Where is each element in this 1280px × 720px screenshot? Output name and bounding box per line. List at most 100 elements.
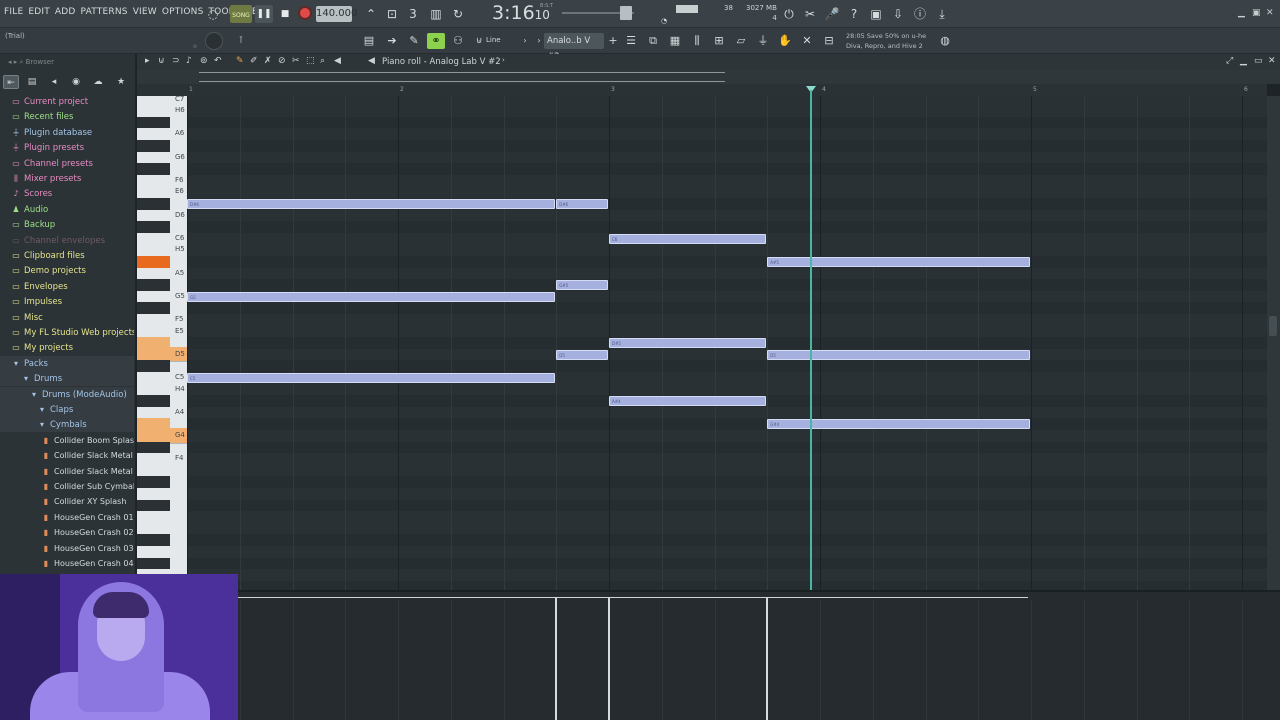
online-icon[interactable]: ⏻ xyxy=(780,5,798,23)
song-mode-toggle[interactable]: SONG xyxy=(230,5,252,23)
piano-black-key[interactable] xyxy=(137,302,170,315)
add-pattern-icon[interactable]: + xyxy=(604,33,622,49)
piano-black-key[interactable] xyxy=(137,441,170,454)
note[interactable]: D#6 xyxy=(187,198,556,209)
pr-loop-icon[interactable]: ⊃ xyxy=(172,56,180,66)
step-edit-icon[interactable]: ▥ xyxy=(427,5,445,23)
piano-black-key[interactable] xyxy=(137,140,170,152)
pr-maximize-icon[interactable]: ▭ xyxy=(1254,56,1263,66)
pr-slice-icon[interactable]: ✂ xyxy=(292,56,300,66)
browser-back-icon[interactable]: ◂ xyxy=(46,75,62,89)
pr-brush-icon[interactable]: ✐ xyxy=(250,56,258,66)
browser-item[interactable]: ⏚ Plugin presets xyxy=(0,140,134,155)
browser-item[interactable]: ▾ Cymbals xyxy=(0,417,134,433)
browser-item[interactable]: ▾ Drums (ModeAudio) xyxy=(0,386,134,402)
pattern-selector[interactable]: Analo..b V #2 xyxy=(544,33,604,62)
playlist-icon[interactable]: ☰ xyxy=(622,33,640,49)
browser-item[interactable]: ▮ Collider Sub Cymbal xyxy=(0,479,134,494)
piano-roll-menu-icon[interactable]: ▸ xyxy=(145,56,150,66)
piano-black-key[interactable] xyxy=(137,163,170,175)
note[interactable]: G#4 xyxy=(767,419,1030,430)
velocity-stick[interactable] xyxy=(766,598,769,720)
browser-item[interactable]: ▾ Drums xyxy=(0,371,134,387)
piano-black-key[interactable] xyxy=(137,360,170,373)
pr-detach-icon[interactable]: ⤢ xyxy=(1226,56,1233,66)
arrow-icon[interactable]: ➔ xyxy=(383,33,401,49)
stop-button[interactable]: ■ xyxy=(276,5,294,23)
note[interactable]: D5 xyxy=(767,349,1030,360)
piano-black-key[interactable] xyxy=(137,279,170,291)
piano-black-key[interactable] xyxy=(137,476,170,489)
browser-item[interactable]: ▭ Demo projects xyxy=(0,263,134,278)
pr-mute-icon[interactable]: ⊘ xyxy=(278,56,286,66)
browser-item[interactable]: ♟ Audio xyxy=(0,202,134,217)
typing-keyboard-icon[interactable]: ▤ xyxy=(360,33,378,49)
velocity-stick[interactable] xyxy=(608,598,610,720)
browser-item[interactable]: ⏚ Plugin database xyxy=(0,125,134,140)
channel-tree-icon[interactable]: ⊞ xyxy=(710,33,728,49)
browser-tags-icon[interactable]: ◉ xyxy=(68,75,84,89)
close-icon[interactable]: ✕ xyxy=(1266,8,1274,18)
master-volume-knob[interactable] xyxy=(620,6,632,20)
record-button[interactable] xyxy=(298,6,312,20)
pr-zoom-icon[interactable]: ⌕ xyxy=(320,56,325,66)
timeline-ruler[interactable]: 1 2 3 4 5 6 xyxy=(137,84,1267,96)
menu-options[interactable]: OPTIONS xyxy=(162,7,204,17)
menu-patterns[interactable]: PATTERNS xyxy=(81,7,128,17)
note[interactable]: D#6 xyxy=(556,198,608,209)
save-icon[interactable]: ▣ xyxy=(867,5,885,23)
piano-black-key[interactable] xyxy=(137,395,170,407)
piano-black-key[interactable] xyxy=(137,116,170,129)
piano-black-key[interactable] xyxy=(137,534,170,547)
tempo-tap-icon[interactable]: ▪ xyxy=(186,38,204,54)
browser-item[interactable]: ▮ HouseGen Crash 02 xyxy=(0,525,134,540)
pr-playback-icon[interactable]: ◀ xyxy=(334,56,341,66)
touch-keyboard-icon[interactable]: ✋ xyxy=(776,33,794,49)
browser-item[interactable]: ▭ My FL Studio Web projects xyxy=(0,325,134,340)
pr-title-arrow-icon[interactable]: › xyxy=(502,56,505,64)
vertical-scroll-thumb[interactable] xyxy=(1269,316,1277,336)
countdown-icon[interactable]: 3 xyxy=(404,5,422,23)
microphone-icon[interactable]: 🎤 xyxy=(823,5,841,23)
pr-minimize-icon[interactable]: ▁ xyxy=(1240,56,1247,66)
download-icon[interactable]: ⤓ xyxy=(933,5,951,23)
note-grid[interactable]: D#6 D#6 C6 A#5 G#5 G5 D#5 D5 D5 C5 A#4 G#4 xyxy=(187,96,1267,590)
pr-delete-icon[interactable]: ✗ xyxy=(264,56,272,66)
velocity-stick[interactable] xyxy=(555,598,558,720)
pr-note-icon[interactable]: ♪ xyxy=(186,56,192,66)
piano-black-key[interactable] xyxy=(137,557,170,570)
browser-item[interactable]: ▭ Envelopes xyxy=(0,279,134,294)
browser-item[interactable]: ▮ HouseGen Crash 04 xyxy=(0,556,134,571)
piano-roll-overview[interactable] xyxy=(137,70,1280,84)
stamp-icon[interactable]: ⚇ xyxy=(449,33,467,49)
browser-item[interactable]: ⫼ Mixer presets xyxy=(0,171,134,186)
browser-item[interactable]: ▾ Packs xyxy=(0,355,134,371)
vertical-scrollbar[interactable] xyxy=(1267,96,1280,590)
menu-edit[interactable]: EDIT xyxy=(28,7,50,17)
browser-item[interactable]: ▭ Impulses xyxy=(0,294,134,309)
velocity-lane[interactable] xyxy=(137,590,1280,720)
browser-expand-icon[interactable]: ⇤ xyxy=(3,75,19,89)
browser-item[interactable]: ▭ Clipboard files xyxy=(0,248,134,263)
mixer-icon[interactable]: ⫼ xyxy=(688,33,706,49)
piano-black-key[interactable] xyxy=(137,337,170,349)
info-icon[interactable]: ⓘ xyxy=(911,5,929,23)
note[interactable]: G#5 xyxy=(556,280,608,291)
browser-item[interactable]: ▭ Misc xyxy=(0,310,134,325)
menu-add[interactable]: ADD xyxy=(55,7,76,17)
piano-black-key[interactable] xyxy=(137,418,170,431)
note[interactable]: C6 xyxy=(609,233,767,244)
browser-item[interactable]: ▮ Collider Slack Metal 01 xyxy=(0,448,134,463)
browser-star-icon[interactable]: ★ xyxy=(113,75,129,89)
browser-item[interactable]: ▮ HouseGen Crash 03 xyxy=(0,541,134,556)
note[interactable]: C5 xyxy=(187,372,556,383)
browser-item[interactable]: ▮ Collider Slack Metal 02 xyxy=(0,464,134,479)
pr-undo-icon[interactable]: ↶ xyxy=(214,56,222,66)
pencil-icon[interactable]: ✎ xyxy=(405,33,423,49)
shop-icon[interactable]: ⊟ xyxy=(820,33,838,49)
browser-item[interactable]: ♪ Scores xyxy=(0,186,134,201)
menu-view[interactable]: VIEW xyxy=(133,7,157,17)
link-icon[interactable]: ⚭ xyxy=(427,33,445,49)
help-icon[interactable]: ? xyxy=(845,5,863,23)
tools-wrench-icon[interactable]: ✕ xyxy=(798,33,816,49)
